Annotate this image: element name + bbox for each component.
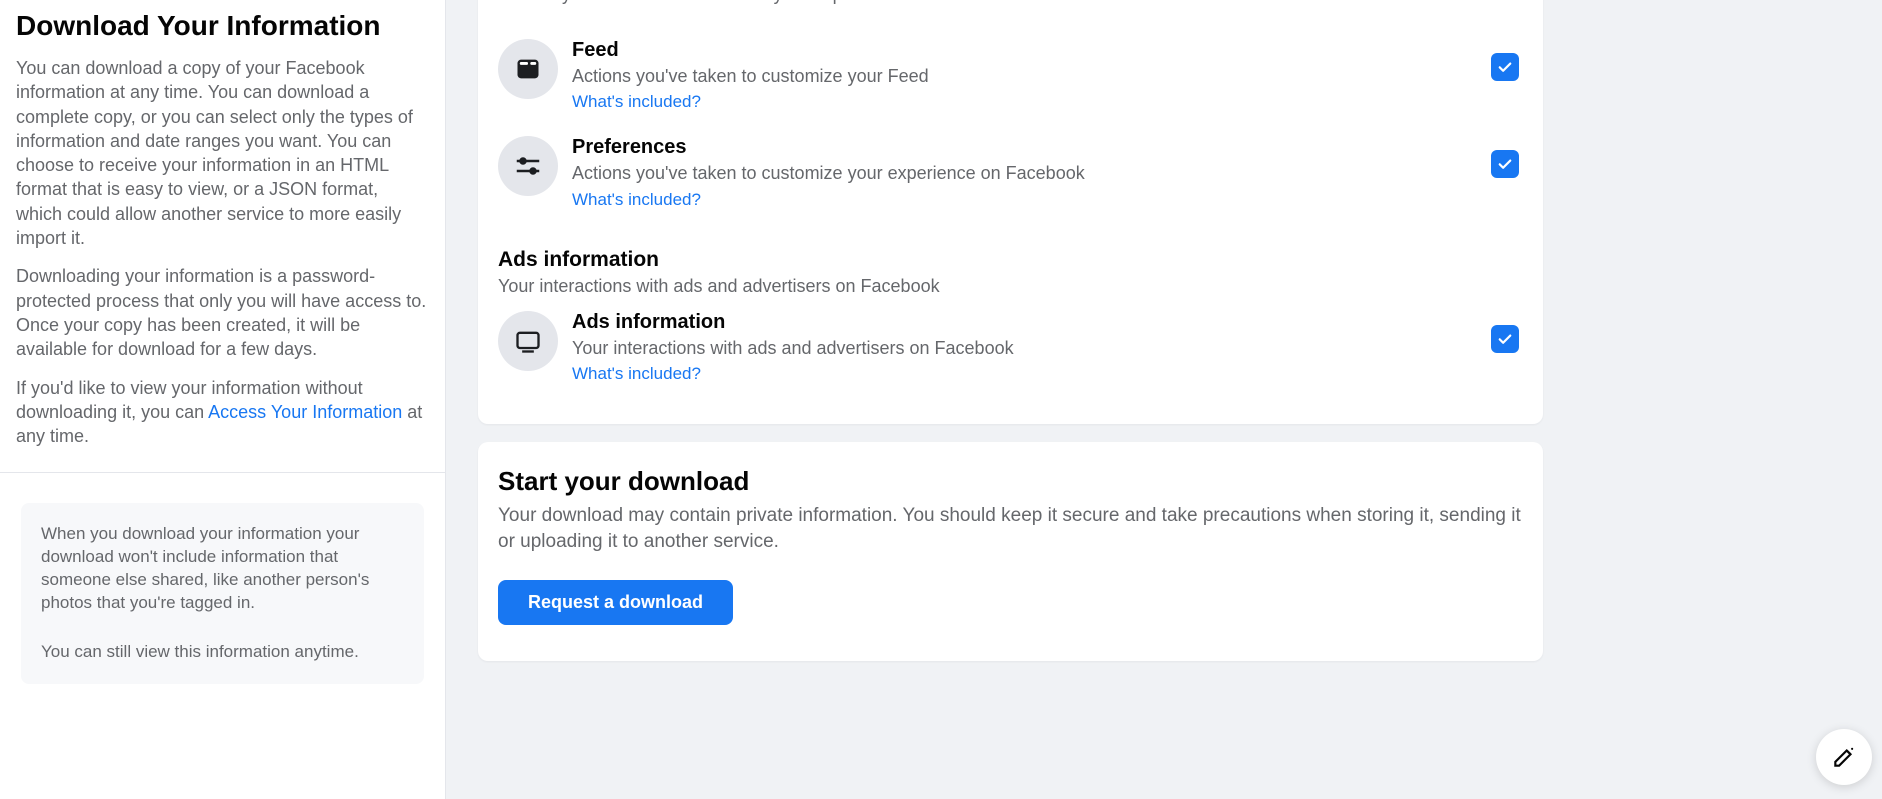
request-download-button[interactable]: Request a download (498, 580, 733, 625)
checkbox-preferences[interactable] (1491, 150, 1519, 178)
start-desc: Your download may contain private inform… (498, 503, 1523, 554)
item-title: Preferences (572, 136, 1477, 159)
whats-included-link[interactable]: What's included? (572, 364, 701, 384)
item-desc: Actions you've taken to customize your e… (572, 161, 1477, 185)
feed-icon (498, 39, 558, 99)
section-title: Ads information (498, 248, 1523, 272)
notice-text: You can still view this information anyt… (41, 641, 404, 664)
compose-fab[interactable] (1816, 729, 1872, 785)
selection-card: Actions you've taken to customize your e… (478, 0, 1543, 424)
notice-box: When you download your information your … (21, 503, 424, 684)
edit-icon (1831, 744, 1857, 770)
page-title: Download Your Information (16, 10, 429, 42)
check-icon (1496, 58, 1514, 76)
check-icon (1496, 330, 1514, 348)
checkbox-feed[interactable] (1491, 53, 1519, 81)
list-item: Preferences Actions you've taken to cust… (498, 122, 1523, 219)
sliders-icon (498, 136, 558, 196)
notice-text: When you download your information your … (41, 523, 404, 615)
divider (0, 472, 445, 473)
start-download-card: Start your download Your download may co… (478, 442, 1543, 661)
whats-included-link[interactable]: What's included? (572, 92, 701, 112)
ads-section-header: Ads information Your interactions with a… (498, 220, 1523, 297)
check-icon (1496, 155, 1514, 173)
whats-included-link[interactable]: What's included? (572, 190, 701, 210)
item-title: Feed (572, 39, 1477, 62)
main-content: Actions you've taken to customize your e… (446, 0, 1882, 799)
list-item: Feed Actions you've taken to customize y… (498, 25, 1523, 122)
list-item: Ads information Your interactions with a… (498, 297, 1523, 394)
item-title: Ads information (572, 311, 1477, 334)
start-title: Start your download (498, 466, 1523, 497)
display-icon (498, 311, 558, 371)
sidebar: Download Your Information You can downlo… (0, 0, 446, 799)
sidebar-paragraph: Downloading your information is a passwo… (16, 264, 429, 361)
sidebar-paragraph: You can download a copy of your Facebook… (16, 56, 429, 250)
section-subhead: Actions you've taken to customize your e… (498, 0, 1523, 5)
access-info-link[interactable]: Access Your Information (208, 402, 402, 422)
checkbox-ads[interactable] (1491, 325, 1519, 353)
item-desc: Your interactions with ads and advertise… (572, 336, 1477, 360)
item-desc: Actions you've taken to customize your F… (572, 64, 1477, 88)
sidebar-paragraph: If you'd like to view your information w… (16, 376, 429, 449)
section-desc: Your interactions with ads and advertise… (498, 276, 1523, 297)
